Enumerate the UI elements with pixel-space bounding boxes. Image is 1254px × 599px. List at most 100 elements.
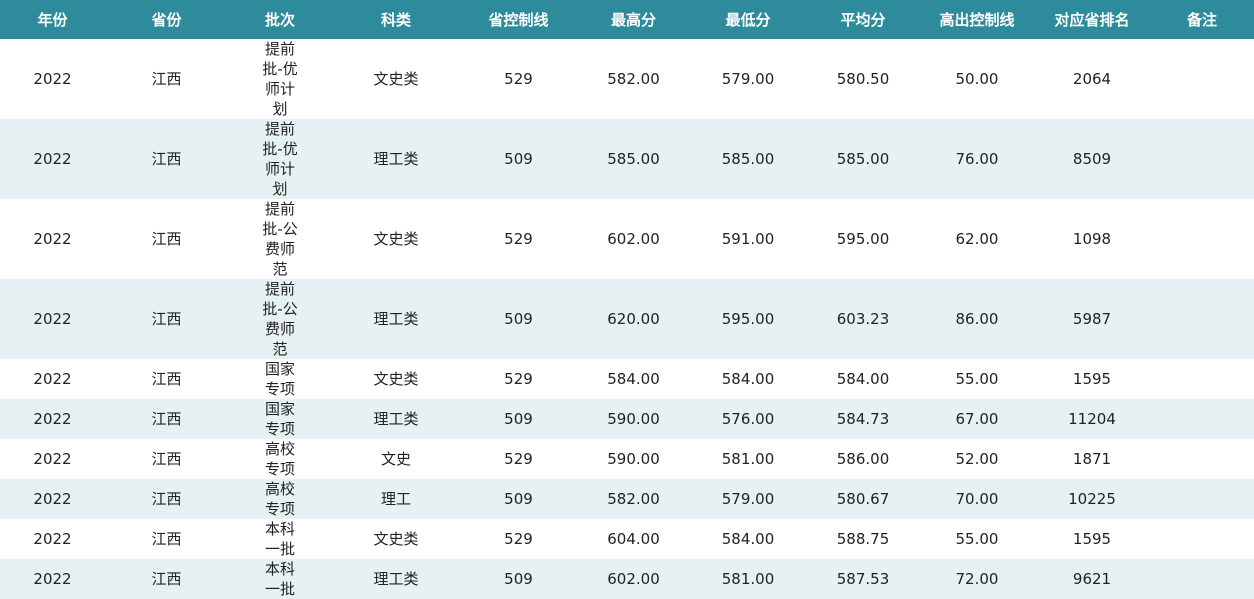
- cell-min-score: 584.00: [721, 370, 775, 388]
- header-row: 年份 省份 批次 科类 省控制线 最高分 最低分 平均分 高出控制线 对应省排名…: [0, 0, 1254, 39]
- cell-category: 文史类: [373, 370, 419, 388]
- header-province-rank: 对应省排名: [1054, 11, 1130, 29]
- cell-province: 江西: [151, 410, 182, 428]
- cell-year: 2022: [33, 410, 72, 428]
- cell-province-rank: 1871: [1072, 450, 1112, 468]
- cell-control-line: 529: [504, 530, 533, 548]
- table-row: 2022 江西 本科一批 理工类 509 602.00 581.00 587.53 72.00 9…: [0, 559, 1254, 599]
- cell-category: 文史: [380, 450, 411, 468]
- cell-province-rank: 5987: [1072, 310, 1112, 328]
- cell-min-score: 581.00: [721, 570, 775, 588]
- header-category: 科类: [380, 11, 411, 29]
- cell-above-line: 50.00: [955, 70, 999, 88]
- cell-batch: 高校专项: [264, 440, 295, 478]
- cell-province-rank: 8509: [1072, 150, 1112, 168]
- cell-batch: 本科一批: [264, 520, 295, 558]
- header-year: 年份: [37, 11, 68, 29]
- cell-max-score: 604.00: [607, 530, 660, 548]
- table-row: 2022 江西 国家专项 理工类 509 590.00 576.00 584.73 67.00 1…: [0, 399, 1254, 439]
- cell-max-score: 590.00: [607, 450, 660, 468]
- cell-batch: 高校专项: [264, 480, 295, 518]
- cell-province-rank: 2064: [1072, 70, 1112, 88]
- cell-control-line: 509: [504, 570, 533, 588]
- header-above-line: 高出控制线: [939, 11, 1015, 29]
- cell-control-line: 509: [504, 490, 533, 508]
- header-control-line: 省控制线: [488, 11, 549, 29]
- cell-remarks: [1150, 519, 1254, 559]
- cell-min-score: 591.00: [721, 230, 775, 248]
- cell-category: 理工类: [373, 410, 419, 428]
- cell-batch: 国家专项: [264, 400, 295, 438]
- cell-above-line: 70.00: [955, 490, 999, 508]
- cell-avg-score: 588.75: [836, 530, 890, 548]
- header-min-score: 最低分: [725, 11, 771, 29]
- cell-above-line: 62.00: [955, 230, 999, 248]
- cell-above-line: 72.00: [955, 570, 999, 588]
- cell-max-score: 620.00: [607, 310, 660, 328]
- cell-province: 江西: [151, 450, 182, 468]
- cell-control-line: 529: [504, 230, 533, 248]
- cell-max-score: 582.00: [607, 70, 660, 88]
- cell-min-score: 584.00: [721, 530, 775, 548]
- table-row: 2022 江西 高校专项 理工 509 582.00 579.00 580.67 70.00 10…: [0, 479, 1254, 519]
- cell-min-score: 581.00: [721, 450, 775, 468]
- cell-remarks: [1150, 279, 1254, 359]
- cell-avg-score: 580.50: [836, 70, 890, 88]
- cell-province-rank: 10225: [1068, 490, 1116, 508]
- cell-province: 江西: [151, 530, 182, 548]
- cell-max-score: 590.00: [607, 410, 660, 428]
- cell-category: 理工类: [373, 570, 419, 588]
- cell-batch: 提前批-公费师范: [262, 280, 298, 358]
- cell-batch: 提前批-公费师范: [262, 200, 298, 278]
- cell-above-line: 55.00: [955, 370, 999, 388]
- cell-year: 2022: [33, 310, 72, 328]
- cell-province: 江西: [151, 490, 182, 508]
- cell-province: 江西: [151, 70, 182, 88]
- cell-above-line: 86.00: [955, 310, 999, 328]
- cell-category: 文史类: [373, 530, 419, 548]
- cell-avg-score: 584.00: [836, 370, 890, 388]
- cell-category: 理工类: [373, 310, 419, 328]
- cell-control-line: 509: [504, 310, 533, 328]
- cell-remarks: [1150, 199, 1254, 279]
- cell-province-rank: 1595: [1072, 530, 1112, 548]
- cell-year: 2022: [33, 530, 72, 548]
- cell-above-line: 76.00: [955, 150, 999, 168]
- cell-category: 文史类: [373, 70, 419, 88]
- cell-remarks: [1150, 39, 1254, 119]
- table-row: 2022 江西 提前批-优师计划 文史类 529 582.00 579.00 580.50 50…: [0, 39, 1254, 119]
- table-row: 2022 江西 国家专项 文史类 529 584.00 584.00 584.00 55.00 1…: [0, 359, 1254, 399]
- cell-province-rank: 9621: [1072, 570, 1112, 588]
- header-max-score: 最高分: [610, 11, 656, 29]
- cell-remarks: [1150, 559, 1254, 599]
- cell-remarks: [1150, 399, 1254, 439]
- cell-avg-score: 595.00: [836, 230, 890, 248]
- cell-control-line: 529: [504, 70, 533, 88]
- cell-province: 江西: [151, 230, 182, 248]
- cell-max-score: 582.00: [607, 490, 660, 508]
- cell-max-score: 602.00: [607, 570, 660, 588]
- cell-year: 2022: [33, 150, 72, 168]
- cell-batch: 国家专项: [264, 360, 295, 398]
- cell-above-line: 52.00: [955, 450, 999, 468]
- cell-max-score: 584.00: [607, 370, 660, 388]
- cell-batch: 本科一批: [264, 560, 295, 598]
- cell-avg-score: 603.23: [836, 310, 890, 328]
- cell-year: 2022: [33, 370, 72, 388]
- cell-avg-score: 586.00: [836, 450, 890, 468]
- cell-province-rank: 11204: [1068, 410, 1116, 428]
- cell-min-score: 579.00: [721, 70, 775, 88]
- cell-province: 江西: [151, 150, 182, 168]
- cell-control-line: 529: [504, 450, 533, 468]
- table-row: 2022 江西 提前批-公费师范 文史类 529 602.00 591.00 595.00 62…: [0, 199, 1254, 279]
- cell-avg-score: 584.73: [836, 410, 890, 428]
- admission-scores-table: 年份 省份 批次 科类 省控制线 最高分 最低分 平均分 高出控制线 对应省排名…: [0, 0, 1254, 599]
- table-row: 2022 江西 高校专项 文史 529 590.00 581.00 586.00 52.00 18…: [0, 439, 1254, 479]
- cell-min-score: 576.00: [721, 410, 775, 428]
- cell-control-line: 509: [504, 150, 533, 168]
- cell-max-score: 585.00: [607, 150, 660, 168]
- cell-avg-score: 580.67: [836, 490, 890, 508]
- header-avg-score: 平均分: [840, 11, 886, 29]
- cell-control-line: 529: [504, 370, 533, 388]
- cell-min-score: 595.00: [721, 310, 775, 328]
